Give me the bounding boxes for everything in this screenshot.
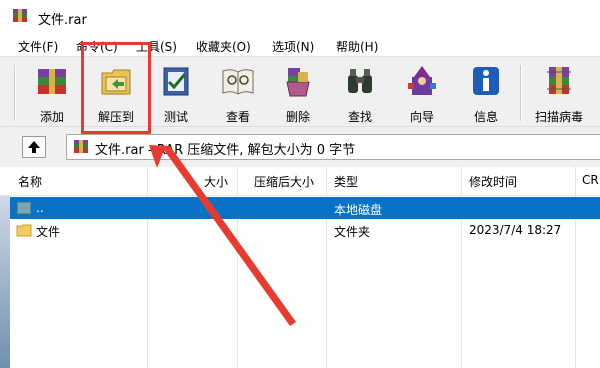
- column-crc[interactable]: CR: [582, 173, 599, 187]
- add-button[interactable]: 添加: [24, 57, 80, 127]
- find-label: 查找: [347, 110, 372, 124]
- menu-options[interactable]: 选项(N): [272, 38, 314, 55]
- info-button[interactable]: 信息: [458, 57, 514, 127]
- info-icon: [473, 67, 499, 95]
- virus-scan-icon: [547, 67, 571, 94]
- title-bar: 文件.rar: [0, 0, 600, 34]
- add-icon: [38, 69, 66, 94]
- virus-scan-label: 扫描病毒: [534, 110, 583, 124]
- archive-icon: [74, 140, 88, 153]
- toolbar: 添加 解压到 测试 查看 删除 查找 向导 信息 扫描病毒: [0, 56, 600, 127]
- wizard-icon: [408, 66, 436, 95]
- desktop-background: [0, 196, 10, 368]
- view-label: 查看: [225, 110, 250, 124]
- file-list-header: 名称 ︿ 大小 压缩后大小 类型 修改时间 CR: [0, 167, 600, 196]
- toolbar-separator: [14, 65, 16, 121]
- path-text: 文件.rar - RAR 压缩文件, 解包大小为 0 字节: [95, 143, 356, 158]
- add-label: 添加: [39, 110, 64, 124]
- item-name: 文件: [36, 225, 61, 239]
- column-size[interactable]: 大小: [204, 173, 228, 190]
- folder-icon: [16, 224, 32, 237]
- item-name: ..: [36, 201, 44, 215]
- address-bar: 文件.rar - RAR 压缩文件, 解包大小为 0 字节: [0, 126, 600, 167]
- up-folder-icon: [28, 141, 40, 153]
- path-field[interactable]: 文件.rar - RAR 压缩文件, 解包大小为 0 字节: [66, 134, 600, 160]
- item-modified: 2023/7/4 18:27: [469, 223, 562, 237]
- info-label: 信息: [473, 110, 498, 124]
- test-label: 测试: [163, 110, 188, 124]
- item-type: 本地磁盘: [334, 203, 383, 217]
- column-packed-size[interactable]: 压缩后大小: [254, 173, 314, 190]
- test-button[interactable]: 测试: [148, 57, 204, 127]
- extract-to-button[interactable]: 解压到: [88, 57, 144, 127]
- menu-file[interactable]: 文件(F): [18, 38, 58, 55]
- column-name[interactable]: 名称: [18, 173, 42, 190]
- sort-up-icon: ︿: [182, 170, 192, 180]
- list-item-parent[interactable]: .. 本地磁盘: [0, 197, 600, 219]
- view-button[interactable]: 查看: [210, 57, 266, 127]
- extract-to-label: 解压到: [97, 110, 134, 124]
- column-type[interactable]: 类型: [334, 173, 358, 190]
- list-item-folder[interactable]: 文件 文件夹 2023/7/4 18:27: [0, 219, 600, 241]
- extract-icon: [101, 69, 131, 95]
- wizard-button[interactable]: 向导: [394, 57, 450, 127]
- winrar-icon: [13, 9, 27, 22]
- wizard-label: 向导: [409, 110, 434, 124]
- view-icon: [222, 69, 254, 95]
- menu-help[interactable]: 帮助(H): [336, 38, 378, 55]
- drive-icon: [16, 201, 32, 215]
- find-button[interactable]: 查找: [332, 57, 388, 127]
- menu-tools[interactable]: 工具(S): [136, 38, 177, 55]
- toolbar-separator: [520, 65, 522, 121]
- item-type: 文件夹: [334, 225, 371, 239]
- up-folder-button[interactable]: [22, 136, 46, 158]
- menu-commands[interactable]: 命令(C): [76, 38, 118, 55]
- delete-label: 删除: [285, 110, 310, 124]
- virus-scan-button[interactable]: 扫描病毒: [531, 57, 587, 127]
- delete-button[interactable]: 删除: [270, 57, 326, 127]
- menu-favorites[interactable]: 收藏夹(O): [196, 38, 251, 55]
- delete-icon: [286, 68, 310, 97]
- test-icon: [163, 67, 189, 96]
- column-modified[interactable]: 修改时间: [469, 173, 517, 190]
- window-title: 文件.rar: [38, 13, 87, 28]
- menu-bar: 文件(F) 命令(C) 工具(S) 收藏夹(O) 选项(N) 帮助(H): [0, 34, 600, 56]
- find-icon: [348, 69, 372, 93]
